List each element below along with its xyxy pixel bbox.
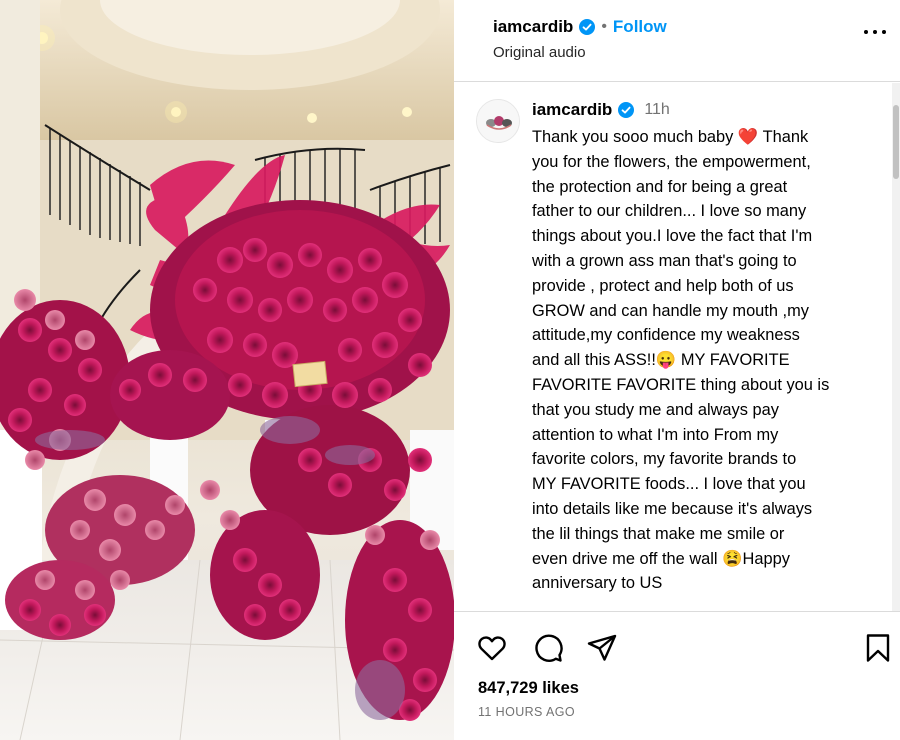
post-media-image[interactable]: [0, 0, 454, 740]
heart-icon[interactable]: [476, 632, 508, 664]
caption-text: Thank you sooo much baby ❤️ Thank you fo…: [532, 128, 830, 593]
bookmark-icon[interactable]: [862, 632, 894, 664]
header-separator: •: [601, 18, 607, 35]
header-username-link[interactable]: iamcardib: [493, 17, 573, 37]
post-actions: 847,729 likes 11 HOURS AGO: [454, 611, 900, 740]
post-details-panel: iamcardib • Follow Original audio iamcar…: [454, 0, 900, 740]
caption-scrollbar[interactable]: [892, 83, 900, 611]
post-header: iamcardib • Follow Original audio: [454, 0, 900, 82]
scrollbar-thumb[interactable]: [893, 105, 899, 179]
verified-badge-icon: [618, 102, 635, 118]
posted-time: 11 HOURS AGO: [478, 705, 575, 719]
share-icon[interactable]: [586, 632, 618, 664]
follow-button[interactable]: Follow: [613, 17, 667, 37]
avatar-image: [477, 100, 519, 142]
caption-username-link[interactable]: iamcardib: [532, 100, 612, 120]
comment-icon[interactable]: [532, 632, 564, 664]
verified-badge-icon: [579, 19, 596, 35]
likes-count[interactable]: 847,729 likes: [478, 679, 579, 698]
original-audio-link[interactable]: Original audio: [493, 44, 586, 61]
avatar[interactable]: [476, 99, 520, 143]
caption-section: iamcardib 11h Thank you sooo much baby ❤…: [454, 83, 900, 611]
more-options-icon[interactable]: [864, 28, 886, 36]
flower-arrangement-photo: [0, 0, 454, 740]
post-timestamp[interactable]: 11h: [644, 101, 670, 119]
